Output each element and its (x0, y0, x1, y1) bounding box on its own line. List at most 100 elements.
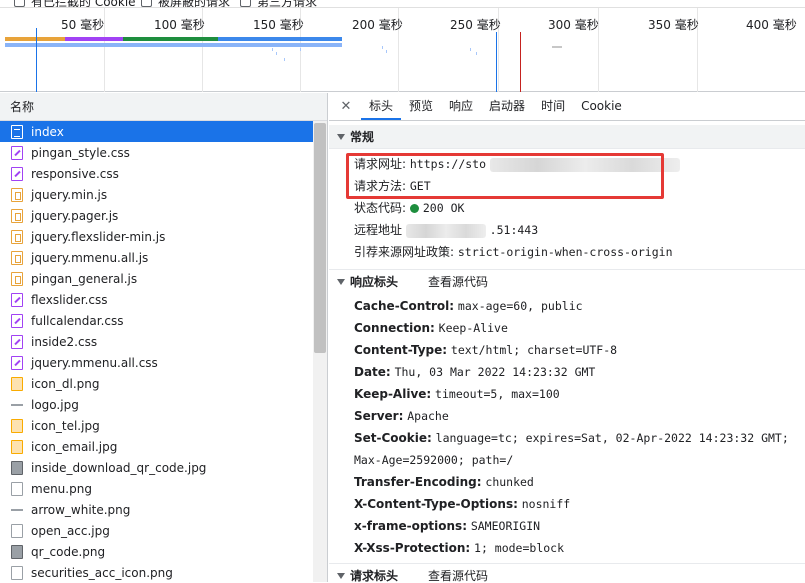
tab-headers[interactable]: 标头 (361, 93, 402, 120)
tab-preview[interactable]: 预览 (401, 93, 441, 120)
request-name: icon_email.jpg (31, 439, 118, 454)
response-headers-section-header[interactable]: 响应标头 查看源代码 (329, 269, 805, 293)
request-row[interactable]: jquery.mmenu.all.js (0, 247, 313, 268)
tab-cookies[interactable]: Cookie (573, 93, 630, 120)
timeline-dot (470, 48, 471, 51)
request-row[interactable]: menu.png (0, 478, 313, 499)
timeline-dot (386, 50, 387, 53)
request-name: qr_code.png (31, 544, 106, 559)
header-value[interactable]: SAMEORIGIN (471, 519, 540, 533)
request-row[interactable]: inside2.css (0, 331, 313, 352)
request-name: inside2.css (31, 334, 98, 349)
dom-content-loaded-marker (36, 28, 37, 92)
image-file-icon (11, 397, 23, 412)
css-file-icon (11, 334, 23, 349)
css-file-icon (11, 166, 23, 181)
request-name: open_acc.jpg (31, 523, 110, 538)
remote-address-value: .51:443 (489, 223, 539, 237)
header-key: X-Content-Type-Options: (354, 497, 518, 511)
request-method-label: 请求方法: (354, 179, 407, 193)
request-row[interactable]: icon_dl.png (0, 373, 313, 394)
tick-label: 250 毫秒 (450, 18, 501, 32)
header-key: Connection: (354, 321, 435, 335)
request-row[interactable]: securities_acc_icon.png (0, 562, 313, 583)
load-marker-red (520, 32, 521, 92)
request-row[interactable]: qr_code.png (0, 541, 313, 562)
header-value[interactable]: max-age=60, public (458, 299, 583, 313)
header-value[interactable]: nosniff (522, 497, 570, 511)
request-name: logo.jpg (31, 397, 79, 412)
header-value[interactable]: chunked (485, 475, 533, 489)
filter-label: 第三方请求 (257, 0, 318, 8)
request-row[interactable]: inside_download_qr_code.jpg (0, 457, 313, 478)
view-source-link[interactable]: 查看源代码 (428, 564, 488, 583)
header-value[interactable]: text/html; charset=UTF-8 (451, 343, 617, 357)
timeline-overview[interactable]: 50 毫秒 100 毫秒 150 毫秒 200 毫秒 250 毫秒 300 毫秒… (0, 8, 805, 92)
tab-response[interactable]: 响应 (441, 93, 481, 120)
request-row[interactable]: icon_email.jpg (0, 436, 313, 457)
header-value[interactable]: Apache (407, 409, 449, 423)
general-section-header[interactable]: 常规 (329, 125, 805, 149)
name-column-header[interactable]: 名称 (0, 93, 327, 121)
filter-third-party[interactable]: 第三方请求 (240, 0, 318, 8)
filter-bar: 有已拦截的 Cookie 被屏蔽的请求 第三方请求 (0, 0, 805, 8)
css-file-icon (11, 355, 23, 370)
request-name: fullcalendar.css (31, 313, 124, 328)
request-row[interactable]: responsive.css (0, 163, 313, 184)
status-ok-icon (409, 204, 419, 213)
request-row[interactable]: icon_tel.jpg (0, 415, 313, 436)
timeline-dot (284, 58, 285, 61)
filter-label: 被屏蔽的请求 (158, 0, 231, 8)
request-row[interactable]: pingan_general.js (0, 268, 313, 289)
section-title: 请求标头 (350, 568, 399, 583)
header-value[interactable]: Keep-Alive (439, 321, 508, 335)
request-name: arrow_white.png (31, 502, 131, 517)
image-file-icon (11, 376, 23, 391)
request-name: responsive.css (31, 166, 119, 181)
request-row[interactable]: arrow_white.png (0, 499, 313, 520)
close-icon[interactable]: ✕ (337, 93, 355, 120)
request-row[interactable]: logo.jpg (0, 394, 313, 415)
redacted-blur (489, 157, 680, 172)
request-headers-section-header[interactable]: 请求标头 查看源代码 (329, 563, 805, 582)
header-value[interactable]: 1; mode=block (474, 541, 564, 555)
scrollbar[interactable] (313, 121, 327, 582)
request-name: securities_acc_icon.png (31, 565, 173, 580)
request-name: icon_dl.png (31, 376, 100, 391)
header-key: Keep-Alive: (354, 387, 432, 401)
scrollbar-thumb[interactable] (314, 123, 326, 353)
request-row[interactable]: jquery.flexslider-min.js (0, 226, 313, 247)
request-method-row: 请求方法: GET (329, 175, 805, 197)
checkbox-icon[interactable] (14, 0, 25, 7)
request-row[interactable]: index (0, 121, 313, 142)
header-value[interactable]: timeout=5, max=100 (435, 387, 560, 401)
request-row[interactable]: jquery.mmenu.all.css (0, 352, 313, 373)
request-row[interactable]: fullcalendar.css (0, 310, 313, 331)
tab-timing[interactable]: 时间 (533, 93, 573, 120)
details-tabs: ✕ 标头 预览 响应 启动器 时间 Cookie (329, 93, 805, 121)
checkbox-icon[interactable] (240, 0, 251, 7)
tick-label: 300 毫秒 (548, 18, 599, 32)
image-file-icon (11, 523, 23, 538)
request-name: inside_download_qr_code.jpg (31, 460, 207, 475)
request-row[interactable]: jquery.min.js (0, 184, 313, 205)
image-file-icon (11, 460, 23, 475)
header-key: X-Xss-Protection: (354, 541, 471, 555)
filter-blocked-cookies[interactable]: 有已拦截的 Cookie (14, 0, 136, 7)
header-value[interactable]: Thu, 03 Mar 2022 14:23:32 GMT (395, 365, 596, 379)
request-row[interactable]: pingan_style.css (0, 142, 313, 163)
request-url-value[interactable]: https://sto (410, 157, 486, 171)
filter-blocked-requests[interactable]: 被屏蔽的请求 (141, 0, 231, 8)
request-name: jquery.flexslider-min.js (31, 229, 166, 244)
request-row[interactable]: flexslider.css (0, 289, 313, 310)
view-source-link[interactable]: 查看源代码 (428, 270, 488, 294)
tab-initiator[interactable]: 启动器 (481, 93, 533, 120)
request-name: pingan_general.js (31, 271, 138, 286)
request-row[interactable]: jquery.pager.js (0, 205, 313, 226)
referrer-policy-label: 引荐来源网址政策: (354, 245, 455, 259)
request-row[interactable]: open_acc.jpg (0, 520, 313, 541)
section-title: 响应标头 (350, 274, 399, 289)
response-header-row: Date: Thu, 03 Mar 2022 14:23:32 GMT (329, 361, 805, 383)
checkbox-icon[interactable] (141, 0, 152, 7)
response-header-row: Keep-Alive: timeout=5, max=100 (329, 383, 805, 405)
